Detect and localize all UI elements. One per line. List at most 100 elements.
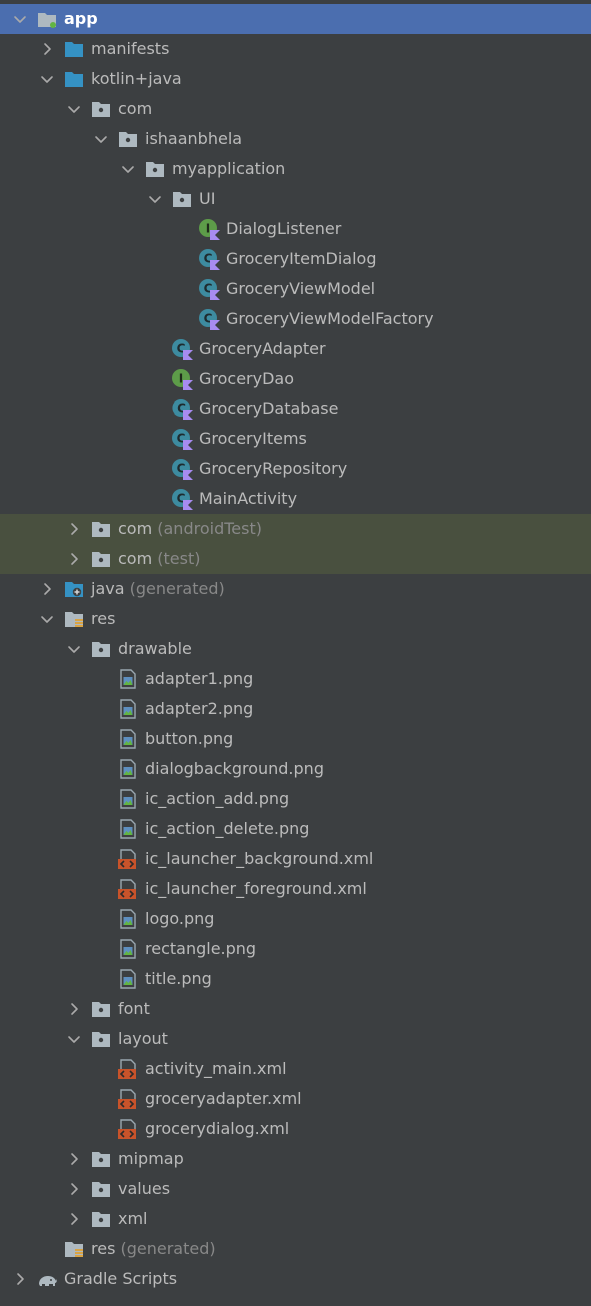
chevron-down-icon[interactable] [91, 124, 111, 154]
image-file-icon [117, 788, 139, 810]
tree-item[interactable]: rectangle.png [0, 934, 591, 964]
tree-item[interactable]: C GroceryAdapter [0, 334, 591, 364]
tree-item[interactable]: Gradle Scripts [0, 1264, 591, 1294]
package-icon [90, 548, 112, 570]
tree-item[interactable]: layout [0, 1024, 591, 1054]
tree-item-suffix: (androidTest) [152, 519, 262, 538]
kotlin-interface-icon: I [198, 218, 220, 240]
tree-item[interactable]: res (generated) [0, 1234, 591, 1264]
chevron-down-icon[interactable] [145, 184, 165, 214]
chevron-down-icon[interactable] [64, 1024, 84, 1054]
tree-item[interactable]: ic_action_delete.png [0, 814, 591, 844]
tree-item[interactable]: values [0, 1174, 591, 1204]
tree-item[interactable]: java (generated) [0, 574, 591, 604]
tree-item[interactable]: title.png [0, 964, 591, 994]
tree-item-label: ishaanbhela [145, 129, 243, 148]
tree-item[interactable]: button.png [0, 724, 591, 754]
package-icon [90, 638, 112, 660]
tree-item-label: adapter1.png [145, 669, 254, 688]
chevron-down-icon[interactable] [64, 94, 84, 124]
tree-item[interactable]: groceryadapter.xml [0, 1084, 591, 1114]
tree-item[interactable]: I DialogListener [0, 214, 591, 244]
tree-item[interactable]: C GroceryItems [0, 424, 591, 454]
tree-item[interactable]: dialogbackground.png [0, 754, 591, 784]
tree-item[interactable]: manifests [0, 34, 591, 64]
tree-item[interactable]: I GroceryDao [0, 364, 591, 394]
tree-item-suffix: (generated) [124, 579, 225, 598]
tree-item-label: groceryadapter.xml [145, 1089, 302, 1108]
tree-item[interactable]: drawable [0, 634, 591, 664]
tree-item[interactable]: logo.png [0, 904, 591, 934]
tree-item[interactable]: app [0, 4, 591, 34]
resource-folder-icon [63, 1238, 85, 1260]
tree-item-label: GroceryRepository [199, 459, 348, 478]
tree-item[interactable]: ishaanbhela [0, 124, 591, 154]
tree-item-label: dialogbackground.png [145, 759, 324, 778]
tree-item[interactable]: com (test) [0, 544, 591, 574]
module-folder-icon [36, 8, 58, 30]
tree-item[interactable]: ic_launcher_background.xml [0, 844, 591, 874]
tree-item[interactable]: myapplication [0, 154, 591, 184]
tree-item[interactable]: ic_action_add.png [0, 784, 591, 814]
chevron-right-icon[interactable] [64, 1204, 84, 1234]
chevron-down-icon[interactable] [37, 64, 57, 94]
chevron-down-icon[interactable] [37, 604, 57, 634]
gradle-elephant-icon [36, 1268, 58, 1290]
image-file-icon [117, 908, 139, 930]
tree-item-label: com (test) [118, 549, 201, 568]
package-icon [90, 518, 112, 540]
chevron-down-icon[interactable] [118, 154, 138, 184]
chevron-right-icon[interactable] [64, 1144, 84, 1174]
tree-item[interactable]: adapter1.png [0, 664, 591, 694]
tree-item[interactable]: C GroceryDatabase [0, 394, 591, 424]
tree-item-label: GroceryDatabase [199, 399, 339, 418]
tree-item-label: com [118, 99, 153, 118]
tree-item[interactable]: C GroceryItemDialog [0, 244, 591, 274]
chevron-right-icon[interactable] [64, 1174, 84, 1204]
tree-item[interactable]: com (androidTest) [0, 514, 591, 544]
svg-text:I: I [206, 222, 210, 236]
tree-item-label: ic_action_delete.png [145, 819, 310, 838]
kotlin-class-icon: C [171, 338, 193, 360]
tree-item[interactable]: C GroceryViewModel [0, 274, 591, 304]
generated-folder-icon [63, 578, 85, 600]
tree-item[interactable]: com [0, 94, 591, 124]
project-tree: app manifests kotlin+java com ishaanbhela mya… [0, 0, 591, 1306]
tree-item-label: myapplication [172, 159, 286, 178]
tree-item[interactable]: activity_main.xml [0, 1054, 591, 1084]
chevron-right-icon[interactable] [64, 544, 84, 574]
kotlin-class-icon: C [198, 248, 220, 270]
chevron-right-icon[interactable] [37, 574, 57, 604]
package-icon [117, 128, 139, 150]
tree-item-label: com (androidTest) [118, 519, 262, 538]
chevron-right-icon[interactable] [64, 514, 84, 544]
tree-item-label: GroceryViewModel [226, 279, 376, 298]
tree-item[interactable]: grocerydialog.xml [0, 1114, 591, 1144]
package-icon [90, 1208, 112, 1230]
tree-item[interactable]: mipmap [0, 1144, 591, 1174]
tree-item-label: UI [199, 189, 216, 208]
image-file-icon [117, 668, 139, 690]
tree-item[interactable]: res [0, 604, 591, 634]
image-file-icon [117, 728, 139, 750]
tree-item[interactable]: font [0, 994, 591, 1024]
chevron-down-icon[interactable] [10, 4, 30, 34]
tree-item-label: values [118, 1179, 171, 1198]
tree-item[interactable]: xml [0, 1204, 591, 1234]
tree-item[interactable]: kotlin+java [0, 64, 591, 94]
tree-item[interactable]: UI [0, 184, 591, 214]
tree-item-label: GroceryViewModelFactory [226, 309, 434, 328]
tree-item[interactable]: C GroceryViewModelFactory [0, 304, 591, 334]
chevron-down-icon[interactable] [64, 634, 84, 664]
chevron-right-icon[interactable] [64, 994, 84, 1024]
tree-item-label: Gradle Scripts [64, 1269, 178, 1288]
tree-item-label: res [91, 609, 116, 628]
tree-item[interactable]: adapter2.png [0, 694, 591, 724]
chevron-right-icon[interactable] [37, 34, 57, 64]
tree-item[interactable]: C GroceryRepository [0, 454, 591, 484]
kotlin-interface-icon: I [171, 368, 193, 390]
tree-item[interactable]: ic_launcher_foreground.xml [0, 874, 591, 904]
xml-file-icon [117, 878, 139, 900]
chevron-right-icon[interactable] [10, 1264, 30, 1294]
tree-item[interactable]: C MainActivity [0, 484, 591, 514]
